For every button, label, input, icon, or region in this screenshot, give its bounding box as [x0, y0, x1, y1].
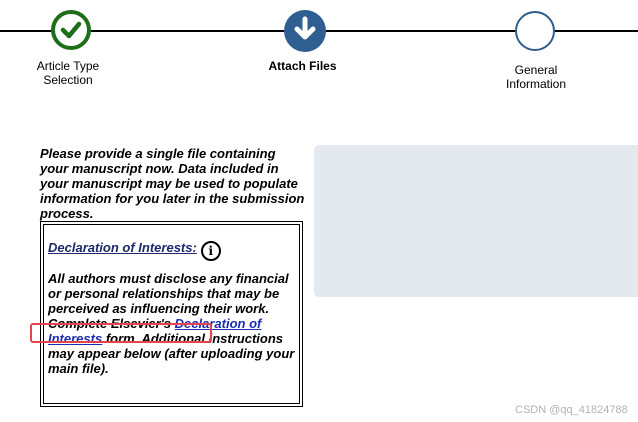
step-attach-files-current[interactable]	[284, 10, 326, 52]
declaration-body: All authors must disclose any financial …	[48, 271, 295, 376]
step-general-information-label: General Information	[505, 63, 567, 91]
check-icon	[60, 21, 82, 39]
step-article-type-label: Article Type Selection	[36, 59, 100, 87]
declaration-heading-link[interactable]: Declaration of Interests:	[48, 240, 197, 255]
declaration-of-interests-box: Declaration of Interests: i All authors m…	[40, 221, 303, 407]
declaration-heading-row: Declaration of Interests: i	[48, 240, 295, 261]
declaration-inner-panel: Declaration of Interests: i All authors m…	[43, 224, 300, 404]
step-article-type-completed[interactable]	[51, 10, 91, 50]
step-general-information-upcoming[interactable]	[515, 11, 555, 51]
info-icon[interactable]: i	[200, 241, 221, 261]
step-attach-files-label: Attach Files	[268, 59, 337, 73]
arrow-down-icon	[294, 16, 316, 40]
watermark: CSDN @qq_41824788	[515, 404, 628, 416]
file-upload-panel[interactable]	[314, 145, 638, 297]
upload-instructions: Please provide a single file containing …	[40, 146, 305, 221]
